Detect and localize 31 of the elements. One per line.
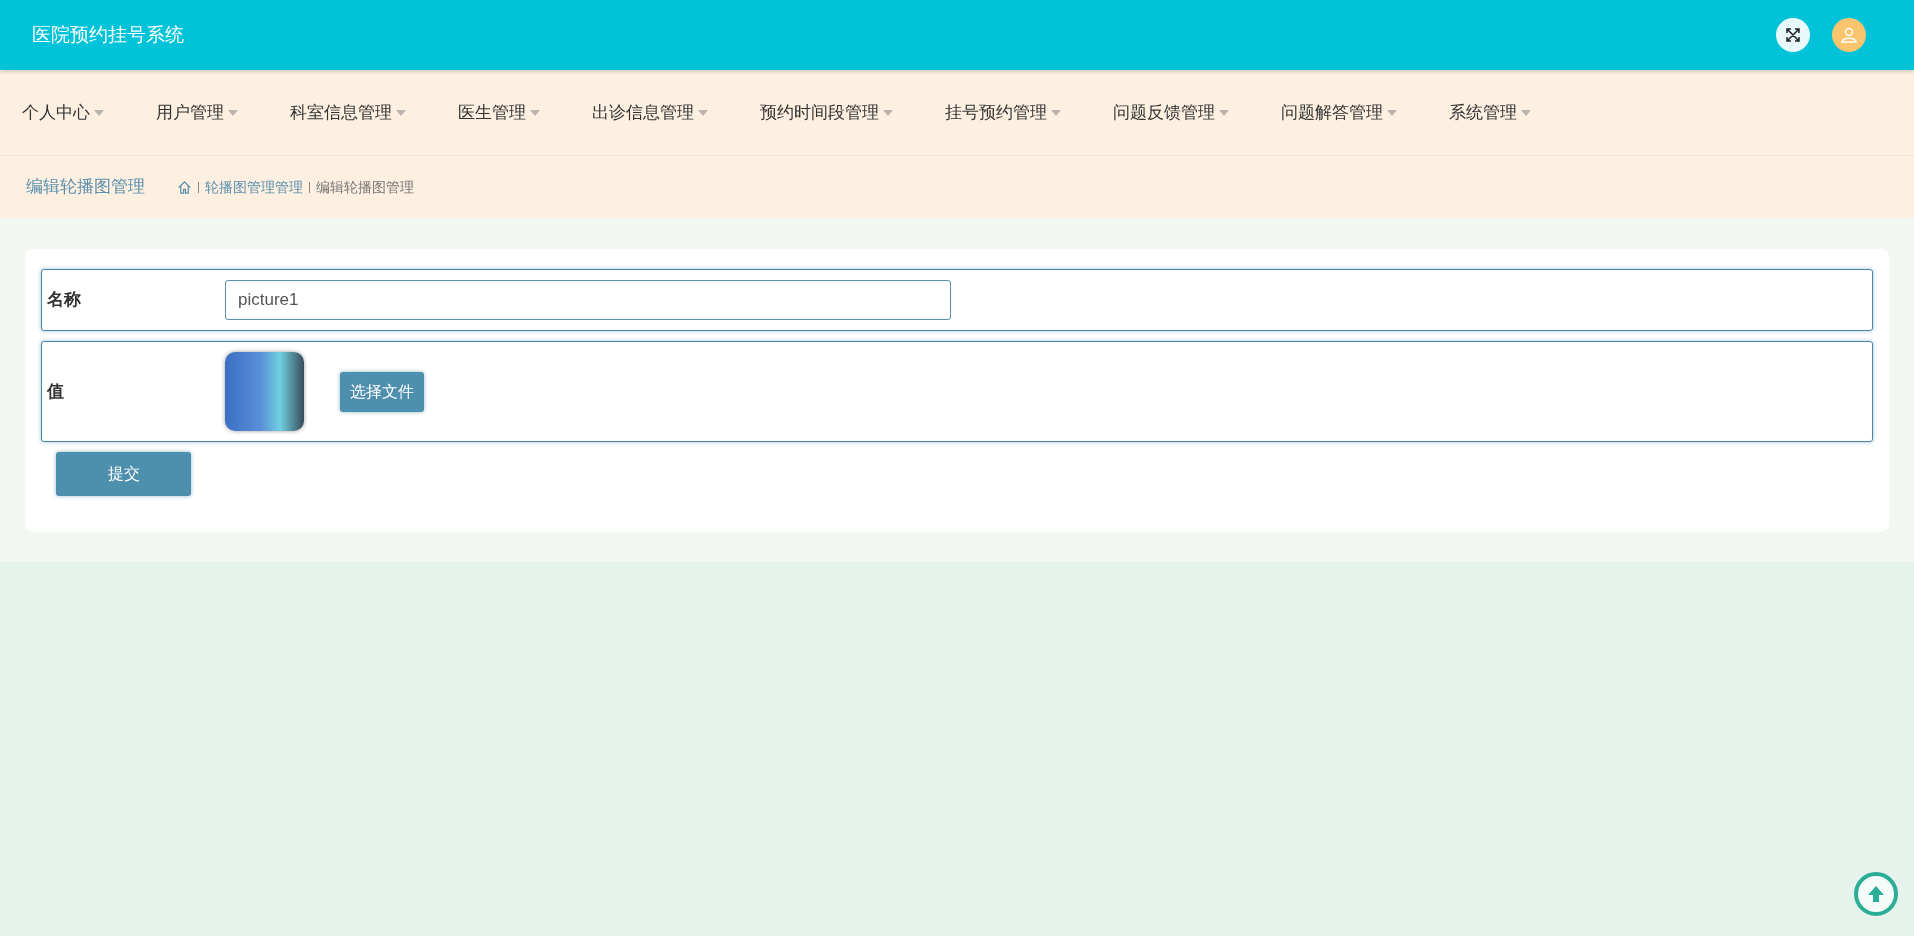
caret-icon [883,109,893,116]
name-input[interactable]: picture1 [225,280,951,320]
field-label: 名称 [47,289,82,312]
nav-menu-item[interactable]: 预约时间段管理 [760,99,893,126]
scroll-to-top-icon[interactable] [1854,872,1898,916]
home-icon[interactable] [177,179,192,195]
nav-menu-item[interactable]: 问题解答管理 [1281,99,1397,126]
nav-menu-item[interactable]: 科室信息管理 [290,99,406,126]
nav-menu-item[interactable]: 出诊信息管理 [592,99,708,126]
user-avatar-icon[interactable] [1832,18,1866,52]
caret-icon [1387,109,1397,116]
nav-menu-item[interactable]: 问题反馈管理 [1113,99,1229,126]
caret-icon [94,109,104,116]
caret-icon [1219,109,1229,116]
fullscreen-icon[interactable] [1776,18,1810,52]
page-title: 编辑轮播图管理 [26,176,145,199]
caret-icon [698,109,708,116]
submit-button[interactable]: 提交 [56,452,191,496]
nav-menu-item[interactable]: 医生管理 [458,99,540,126]
nav-menu-item[interactable]: 系统管理 [1449,99,1531,126]
nav-menu-item[interactable]: 挂号预约管理 [945,99,1061,126]
caret-icon [1521,109,1531,116]
caret-icon [1051,109,1061,116]
caret-icon [530,109,540,116]
caret-icon [228,109,238,116]
field-label: 值 [47,380,65,403]
nav-menu-item[interactable]: 用户管理 [156,99,238,126]
choose-file-button[interactable]: 选择文件 [340,371,424,412]
caret-icon [396,109,406,116]
nav-menu-item[interactable]: 个人中心 [22,99,104,126]
app-title: 医院预约挂号系统 [32,22,184,47]
